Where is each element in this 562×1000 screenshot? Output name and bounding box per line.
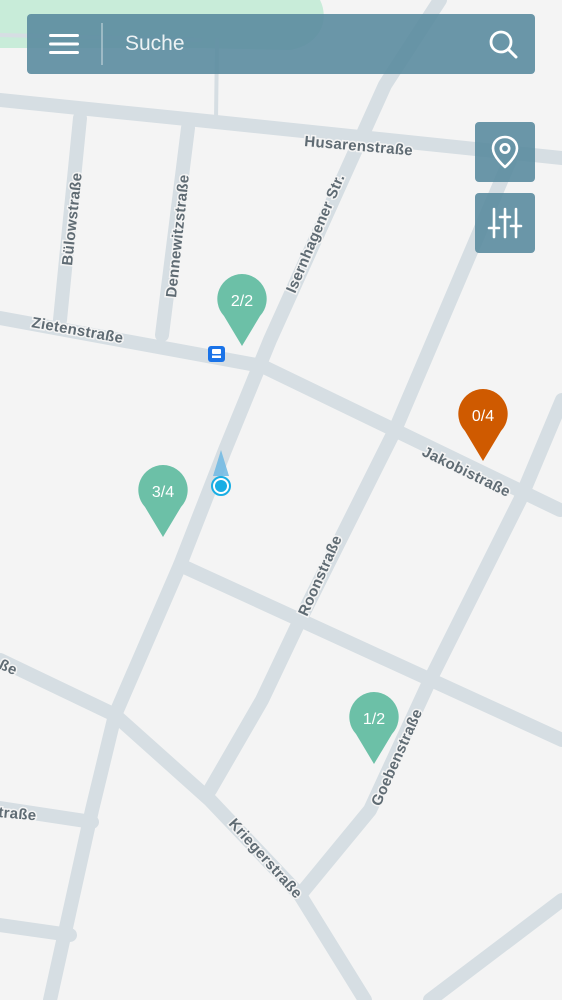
bus-stop-icon[interactable] <box>208 346 225 362</box>
sliders-icon <box>487 207 523 239</box>
street-label-zietenstrasse: Zietenstraße <box>30 314 124 347</box>
street-label-isernhagener: Isernhagener Str. <box>283 171 349 295</box>
marker-2-label: 3/4 <box>152 484 174 501</box>
menu-button[interactable] <box>27 14 101 74</box>
filter-button[interactable] <box>475 193 535 253</box>
my-location-button[interactable] <box>475 122 535 182</box>
marker-4-label: 1/2 <box>363 711 385 728</box>
menu-icon <box>49 34 79 54</box>
search-bar <box>27 13 535 75</box>
parking-marker-1[interactable]: 2/2 <box>217 274 267 346</box>
street-label-jakobistrasse: Jakobistraße <box>419 443 513 500</box>
marker-3-label: 0/4 <box>472 408 494 425</box>
parking-marker-3[interactable]: 0/4 <box>458 389 508 461</box>
search-input[interactable] <box>103 13 471 75</box>
marker-1-label: 2/2 <box>231 293 253 310</box>
street-label-buelowstrasse: Bülowstraße <box>59 172 86 267</box>
street-label-fragment-2: traße <box>0 804 37 824</box>
parking-marker-2[interactable]: 3/4 <box>138 465 188 537</box>
street-label-kriegerstrasse: Kriegerstraße <box>225 815 306 902</box>
street-label-roonstrasse: Roonstraße <box>295 533 346 619</box>
search-icon <box>489 30 518 59</box>
map-pin-icon <box>491 135 519 169</box>
search-button[interactable] <box>471 14 535 74</box>
